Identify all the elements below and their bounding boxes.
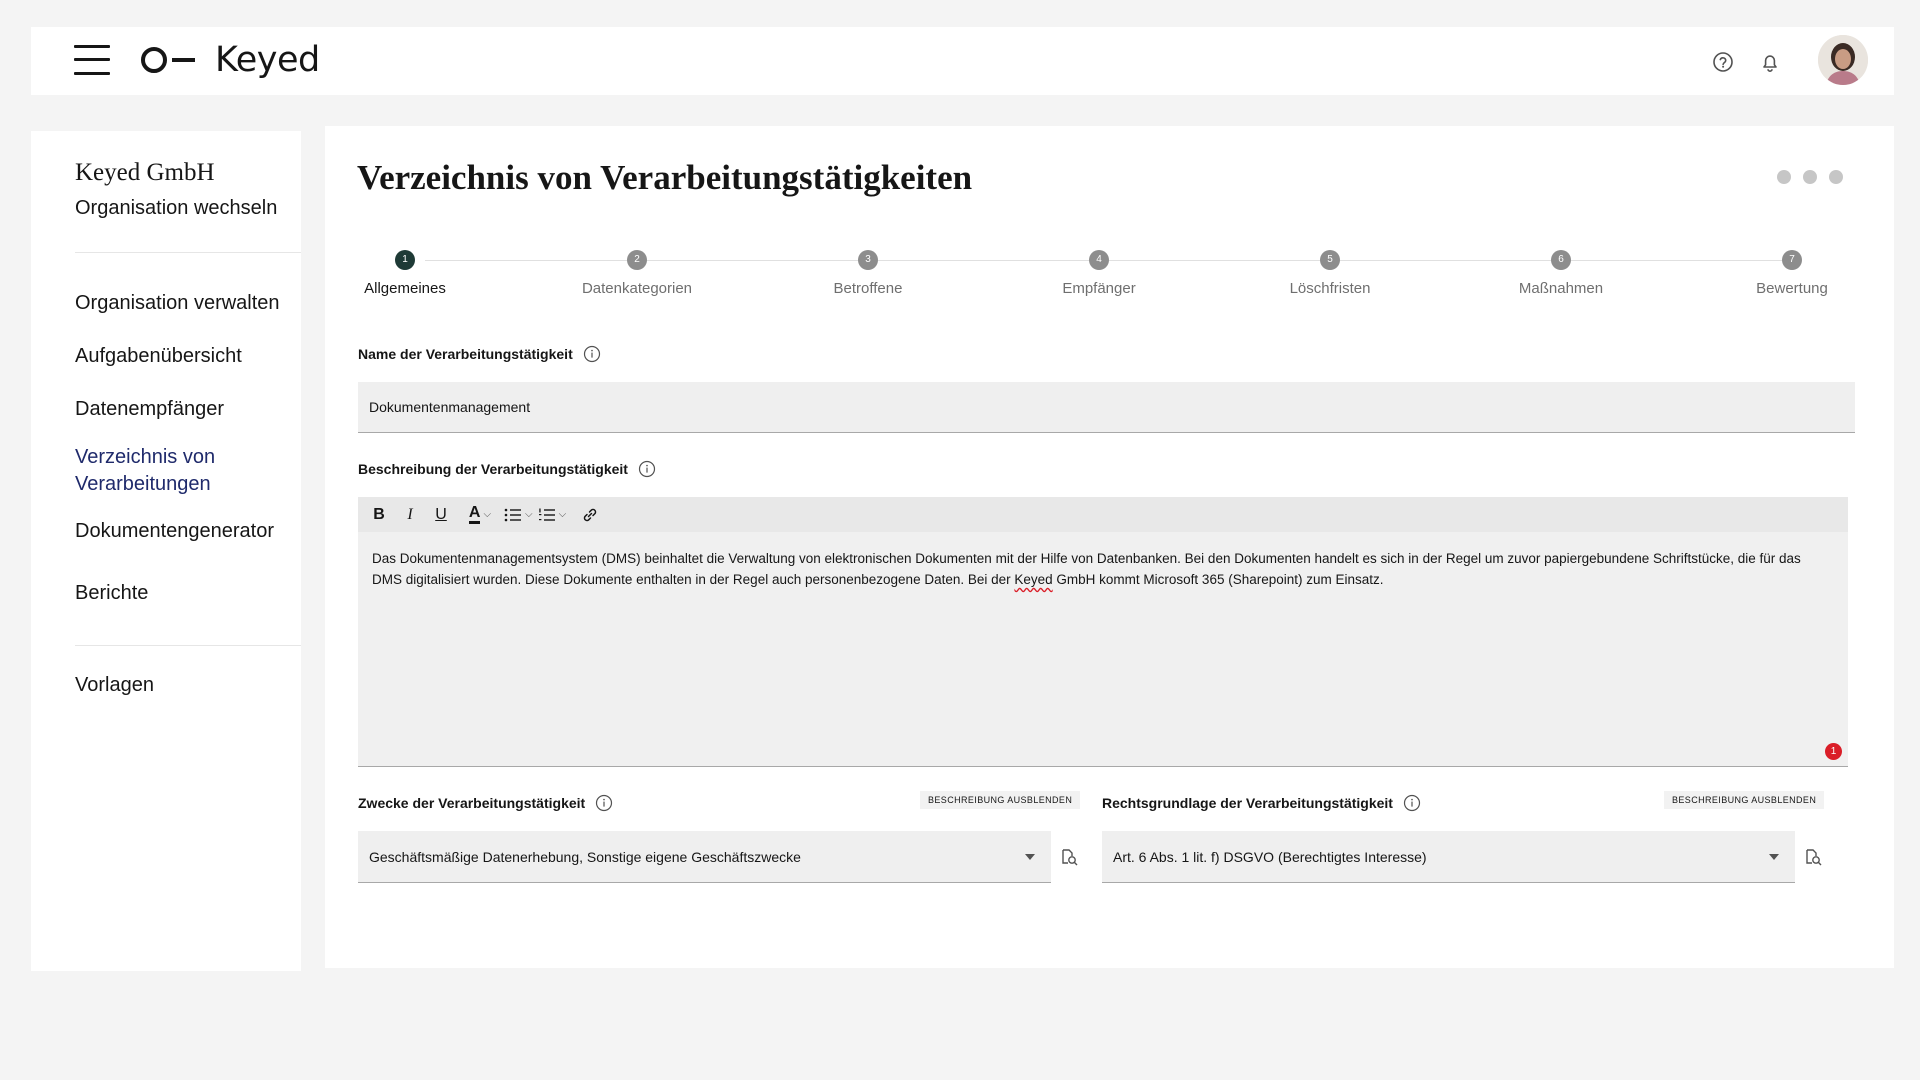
legal-basis-select-value: Art. 6 Abs. 1 lit. f) DSGVO (Berechtigte… [1113, 848, 1427, 865]
step-label: Bewertung [1756, 280, 1828, 297]
step-loeschfristen[interactable]: 5 Löschfristen [1250, 250, 1410, 297]
name-field-label: Name der Verarbeitungstätigkeit [358, 345, 601, 363]
issue-count-badge[interactable]: 1 [1825, 743, 1842, 760]
step-number: 5 [1320, 250, 1340, 270]
step-number: 7 [1782, 250, 1802, 270]
help-icon[interactable] [1711, 50, 1735, 74]
sidebar-item-aufgabenuebersicht[interactable]: Aufgabenübersicht [75, 343, 290, 370]
info-icon[interactable] [595, 794, 613, 812]
switch-organization-link[interactable]: Organisation wechseln [75, 197, 277, 220]
legal-basis-select[interactable]: Art. 6 Abs. 1 lit. f) DSGVO (Berechtigte… [1102, 831, 1795, 883]
editor-toolbar: B I U A ⌵ ⌵ ⌵ [358, 497, 1848, 532]
step-datenkategorien[interactable]: 2 Datenkategorien [557, 250, 717, 297]
step-label: Datenkategorien [581, 280, 693, 297]
step-label: Allgemeines [364, 280, 446, 297]
purpose-select-value: Geschäftsmäßige Datenerhebung, Sonstige … [369, 848, 801, 865]
info-icon[interactable] [638, 460, 656, 478]
step-allgemeines[interactable]: 1 Allgemeines [325, 250, 485, 297]
name-label-text: Name der Verarbeitungstätigkeit [358, 346, 573, 362]
step-label: Löschfristen [1289, 280, 1371, 297]
sidebar-item-organisation-verwalten[interactable]: Organisation verwalten [75, 290, 290, 317]
avatar[interactable] [1818, 35, 1868, 85]
text-color-icon[interactable]: A ⌵ [467, 502, 493, 528]
top-header: Keyed [31, 27, 1894, 95]
app-logo[interactable]: Keyed [141, 38, 320, 82]
description-text-part: GmbH kommt Microsoft 365 (Sharepoint) zu… [1052, 572, 1384, 587]
main-panel: Verzeichnis von Verarbeitungstätigkeiten… [325, 126, 1894, 968]
purpose-select[interactable]: Geschäftsmäßige Datenerhebung, Sonstige … [358, 831, 1051, 883]
step-number: 4 [1089, 250, 1109, 270]
document-search-icon[interactable] [1803, 847, 1823, 867]
step-number: 1 [395, 250, 415, 270]
step-number: 2 [627, 250, 647, 270]
hide-description-button[interactable]: BESCHREIBUNG AUSBLENDEN [920, 791, 1081, 809]
bullet-list-icon[interactable]: ⌵ [504, 502, 533, 528]
sidebar-item-vorlagen[interactable]: Vorlagen [75, 672, 290, 699]
purpose-field-label: Zwecke der Verarbeitungstätigkeit [358, 794, 613, 812]
step-label: Empfänger [1062, 280, 1136, 297]
step-number: 3 [858, 250, 878, 270]
more-options-icon[interactable] [1777, 170, 1843, 184]
purpose-label-text: Zwecke der Verarbeitungstätigkeit [358, 795, 586, 811]
description-field-label: Beschreibung der Verarbeitungstätigkeit [358, 460, 656, 478]
bell-icon[interactable] [1758, 50, 1782, 74]
sidebar-item-berichte[interactable]: Berichte [75, 580, 290, 607]
chevron-down-icon [1025, 854, 1035, 860]
bold-icon[interactable]: B [366, 502, 392, 528]
organization-name: Keyed GmbH [75, 159, 215, 186]
sidebar-divider [75, 645, 301, 646]
underline-icon[interactable]: U [428, 502, 454, 528]
menu-icon[interactable] [74, 42, 110, 78]
step-label: Betroffene [833, 280, 903, 297]
legal-basis-label-text: Rechtsgrundlage der Verarbeitungstätigke… [1102, 795, 1393, 811]
legal-basis-field-label: Rechtsgrundlage der Verarbeitungstätigke… [1102, 794, 1421, 812]
name-input[interactable] [358, 382, 1855, 433]
logo-text: Keyed [215, 40, 320, 80]
document-search-icon[interactable] [1059, 847, 1079, 867]
step-label: Maßnahmen [1518, 280, 1604, 297]
spellcheck-word[interactable]: Keyed [1014, 572, 1052, 587]
hide-description-button[interactable]: BESCHREIBUNG AUSBLENDEN [1664, 791, 1825, 809]
stepper: 1 Allgemeines 2 Datenkategorien 3 Betrof… [325, 250, 1894, 310]
step-number: 6 [1551, 250, 1571, 270]
logo-mark-icon [141, 47, 195, 73]
chevron-down-icon [1769, 854, 1779, 860]
sidebar-item-verzeichnis[interactable]: Verzeichnis von Verarbeitungen [75, 444, 290, 498]
page-title: Verzeichnis von Verarbeitungstätigkeiten [357, 158, 973, 197]
sidebar: Keyed GmbH Organisation wechseln Organis… [31, 131, 301, 971]
step-betroffene[interactable]: 3 Betroffene [788, 250, 948, 297]
numbered-list-icon[interactable]: ⌵ [538, 502, 566, 528]
description-label-text: Beschreibung der Verarbeitungstätigkeit [358, 461, 628, 477]
link-icon[interactable] [577, 502, 603, 528]
description-text[interactable]: Das Dokumentenmanagementsystem (DMS) bei… [358, 532, 1828, 606]
step-bewertung[interactable]: 7 Bewertung [1712, 250, 1872, 297]
italic-icon[interactable]: I [397, 502, 423, 528]
sidebar-divider [75, 252, 301, 253]
sidebar-item-datenempfaenger[interactable]: Datenempfänger [75, 396, 290, 423]
info-icon[interactable] [1403, 794, 1421, 812]
sidebar-item-dokumentengenerator[interactable]: Dokumentengenerator [75, 518, 290, 545]
description-editor[interactable]: B I U A ⌵ ⌵ ⌵ Das Dokumentenmanagementsys… [358, 497, 1848, 767]
step-massnahmen[interactable]: 6 Maßnahmen [1481, 250, 1641, 297]
info-icon[interactable] [583, 345, 601, 363]
step-empfaenger[interactable]: 4 Empfänger [1019, 250, 1179, 297]
